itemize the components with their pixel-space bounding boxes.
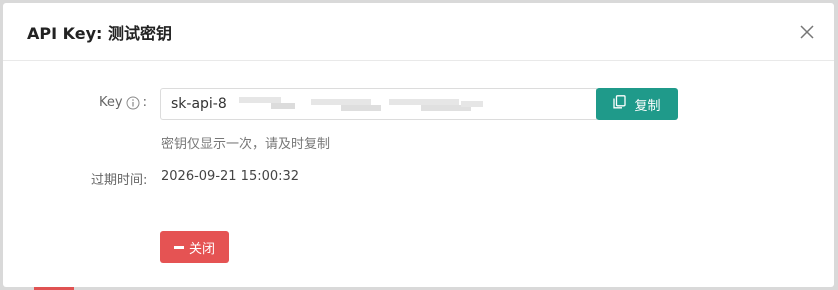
key-label-row: Key : bbox=[99, 95, 147, 110]
copy-button-label: 复制 bbox=[634, 98, 661, 114]
info-circle-icon[interactable] bbox=[126, 96, 140, 110]
copy-button[interactable]: 复制 bbox=[596, 88, 678, 120]
dialog-header: API Key: 测试密钥 bbox=[3, 3, 834, 61]
masked-key-segment bbox=[341, 105, 381, 111]
key-hint: 密钥仅显示一次，请及时复制 bbox=[161, 137, 331, 152]
api-key-dialog: API Key: 测试密钥 Key : sk-api-8 复制 密钥仅显示一次，… bbox=[3, 3, 834, 287]
minus-icon bbox=[173, 245, 184, 249]
dialog-title: API Key: 测试密钥 bbox=[27, 23, 173, 43]
masked-key-segment bbox=[271, 103, 295, 109]
close-button[interactable]: 关闭 bbox=[160, 231, 229, 263]
api-key-value: sk-api-8 bbox=[171, 96, 227, 112]
key-label-colon: : bbox=[142, 95, 147, 110]
expire-label: 过期时间: bbox=[91, 173, 148, 188]
api-key-input[interactable]: sk-api-8 bbox=[160, 88, 597, 120]
key-label: Key bbox=[99, 95, 123, 110]
copy-icon bbox=[613, 95, 627, 113]
close-button-label: 关闭 bbox=[188, 241, 215, 257]
close-x-icon[interactable] bbox=[798, 23, 816, 41]
expire-value: 2026-09-21 15:00:32 bbox=[161, 169, 300, 184]
masked-key-segment bbox=[461, 101, 483, 107]
